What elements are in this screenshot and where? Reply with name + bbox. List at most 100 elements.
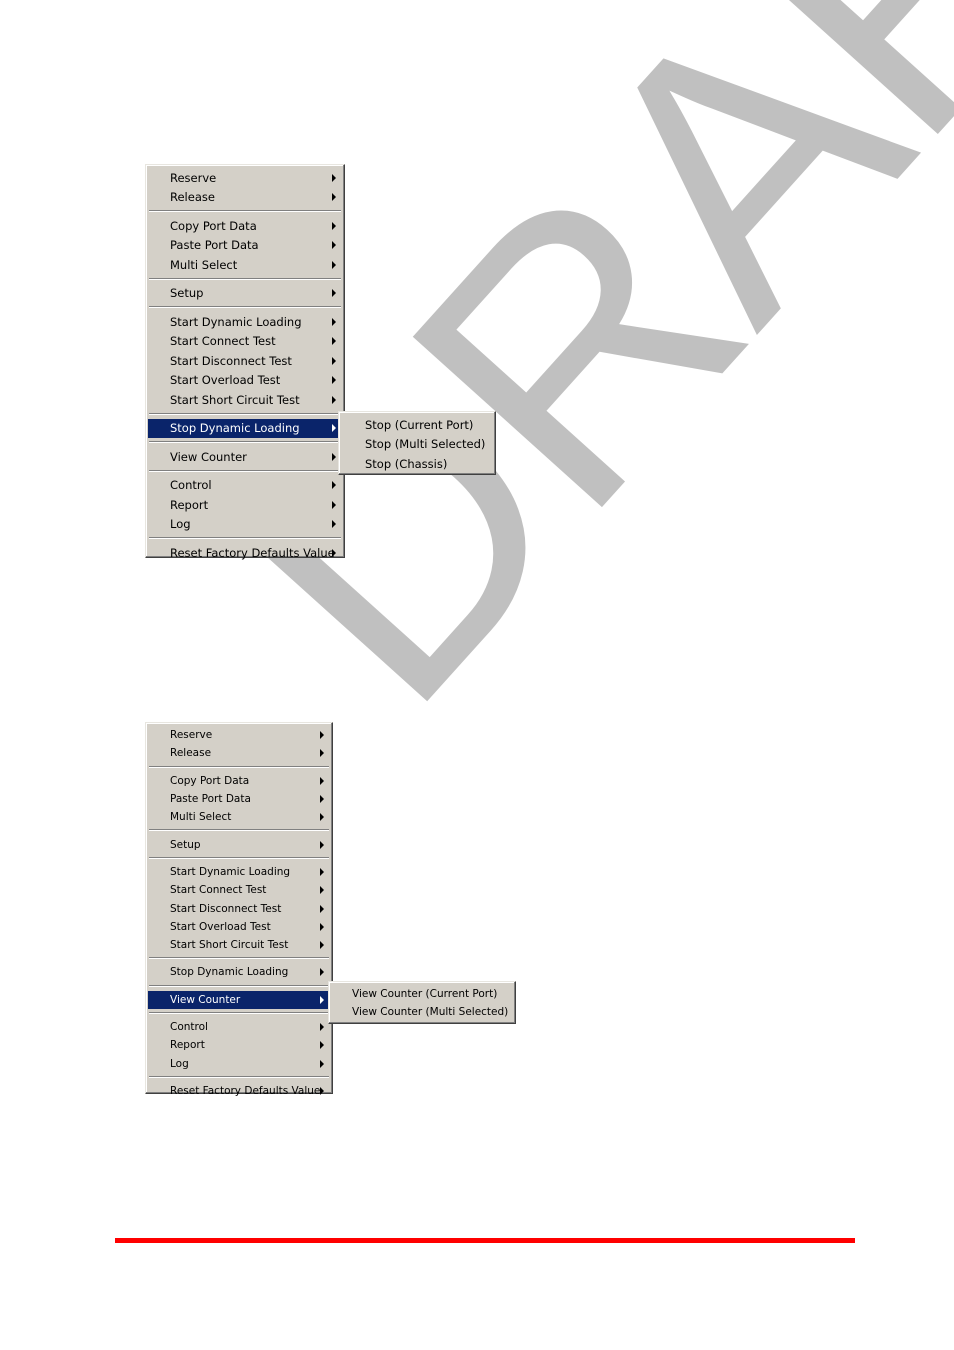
submenu-item-stop-chassis[interactable]: Stop (Chassis) [341, 454, 493, 474]
menu-item-label: Report [170, 497, 209, 512]
menu-item-label: Log [170, 1057, 189, 1070]
menu-item-report[interactable]: Report [148, 495, 342, 515]
menu-item-label: View Counter [170, 449, 247, 464]
submenu-arrow-icon [332, 481, 336, 490]
submenu-item-stop-current-port[interactable]: Stop (Current Port) [341, 415, 493, 435]
submenu-arrow-icon [320, 968, 324, 977]
menu-item-start-dynamic-loading[interactable]: Start Dynamic Loading [148, 863, 330, 881]
submenu-item-view-counter-current-port[interactable]: View Counter (Current Port) [331, 985, 513, 1003]
menu-item-reset-factory-defaults-value[interactable]: Reset Factory Defaults Value [148, 1082, 330, 1100]
menu-item-start-disconnect-test[interactable]: Start Disconnect Test [148, 351, 342, 371]
menu-item-view-counter[interactable]: View Counter [148, 990, 330, 1009]
submenu-arrow-icon [332, 548, 336, 557]
menu-item-label: Control [170, 1021, 208, 1033]
menu-item-label: Start Short Circuit Test [170, 392, 300, 407]
submenu-arrow-icon [320, 795, 324, 804]
menu-item-label: Start Short Circuit Test [170, 939, 289, 952]
menu-item-log[interactable]: Log [148, 1054, 330, 1072]
menu-item-stop-dynamic-loading[interactable]: Stop Dynamic Loading [148, 418, 342, 438]
menu-item-label: Copy Port Data [170, 218, 257, 233]
submenu-arrow-icon [332, 221, 336, 230]
menu-item-label: Start Connect Test [170, 884, 267, 897]
menu-item-label: Stop Dynamic Loading [170, 421, 300, 436]
menu-item-start-short-circuit-test[interactable]: Start Short Circuit Test [148, 390, 342, 410]
submenu-arrow-icon [332, 193, 336, 202]
submenu-item-view-counter-multi-selected[interactable]: View Counter (Multi Selected) [331, 1003, 513, 1021]
submenu-arrow-icon [332, 260, 336, 269]
menu-item-multi-select[interactable]: Multi Select [148, 255, 342, 275]
menu-item-release[interactable]: Release [148, 744, 330, 762]
submenu-item-label: Stop (Chassis) [365, 456, 448, 471]
menu-item-label: Control [170, 478, 212, 493]
menu-item-start-overload-test[interactable]: Start Overload Test [148, 371, 342, 391]
menu-item-report[interactable]: Report [148, 1036, 330, 1054]
menu-item-start-disconnect-test[interactable]: Start Disconnect Test [148, 899, 330, 917]
menu-separator [149, 856, 329, 859]
menu-item-start-connect-test[interactable]: Start Connect Test [148, 332, 342, 352]
menu-separator [149, 277, 341, 280]
menu-separator [149, 469, 341, 472]
menu-item-setup[interactable]: Setup [148, 835, 330, 853]
submenu-arrow-icon [320, 995, 324, 1004]
submenu-arrow-icon [320, 840, 324, 849]
menu-item-start-dynamic-loading[interactable]: Start Dynamic Loading [148, 312, 342, 332]
menu-item-label: Start Disconnect Test [170, 902, 282, 915]
menu-item-control[interactable]: Control [148, 476, 342, 496]
menu-separator [149, 412, 341, 415]
menu-item-reset-factory-defaults-value[interactable]: Reset Factory Defaults Value [148, 543, 342, 563]
submenu-arrow-icon [332, 424, 336, 433]
menu-item-release[interactable]: Release [148, 188, 342, 208]
menu-item-log[interactable]: Log [148, 515, 342, 535]
menu-item-label: Reserve [170, 170, 217, 185]
menu-item-label: Release [170, 747, 212, 760]
menu-item-start-short-circuit-test[interactable]: Start Short Circuit Test [148, 936, 330, 954]
menu-separator [149, 306, 341, 308]
submenu-arrow-icon [332, 452, 336, 461]
menu-item-label: Reset Factory Defaults Value [170, 1084, 321, 1097]
submenu-item-label: Stop (Multi Selected) [365, 437, 486, 452]
submenu-arrow-icon [332, 241, 336, 250]
menu-item-stop-dynamic-loading[interactable]: Stop Dynamic Loading [148, 963, 330, 981]
submenu-item-label: Stop (Current Port) [365, 417, 474, 432]
submenu-arrow-icon [320, 922, 324, 931]
menu-item-setup[interactable]: Setup [148, 284, 342, 304]
menu-item-label: Start Overload Test [170, 920, 271, 933]
submenu-item-label: View Counter (Multi Selected) [352, 1006, 509, 1019]
submenu-arrow-icon [320, 731, 324, 740]
submenu-arrow-icon [320, 904, 324, 913]
menu-item-start-connect-test[interactable]: Start Connect Test [148, 881, 330, 899]
menu-item-label: Start Dynamic Loading [170, 314, 302, 329]
menu-item-label: View Counter [170, 993, 241, 1006]
menu-item-start-overload-test[interactable]: Start Overload Test [148, 918, 330, 936]
menu-item-reserve[interactable]: Reserve [148, 168, 342, 188]
footer-rule [115, 1238, 855, 1243]
menu-item-label: Paste Port Data [170, 238, 259, 253]
submenu-arrow-icon [332, 317, 336, 326]
submenu-arrow-icon [320, 886, 324, 895]
menu-item-copy-port-data[interactable]: Copy Port Data [148, 216, 342, 236]
menu-item-view-counter[interactable]: View Counter [148, 447, 342, 467]
submenu-arrow-icon [332, 289, 336, 298]
submenu-arrow-icon [332, 337, 336, 346]
submenu-arrow-icon [320, 813, 324, 822]
menu-item-copy-port-data[interactable]: Copy Port Data [148, 772, 330, 790]
menu-item-paste-port-data[interactable]: Paste Port Data [148, 790, 330, 808]
view-counter-submenu: View Counter (Current Port) View Counter … [328, 981, 516, 1024]
menu-item-label: Reset Factory Defaults Value [170, 545, 335, 560]
submenu-item-stop-multi-selected[interactable]: Stop (Multi Selected) [341, 435, 493, 455]
menu-item-multi-select[interactable]: Multi Select [148, 808, 330, 826]
submenu-arrow-icon [332, 376, 336, 385]
submenu-item-label: View Counter (Current Port) [352, 988, 498, 1001]
menu-separator [149, 984, 329, 987]
menu-separator [149, 829, 329, 832]
stop-dynamic-loading-submenu: Stop (Current Port) Stop (Multi Selected)… [338, 411, 496, 475]
menu-item-control[interactable]: Control [148, 1018, 330, 1036]
menu-item-label: Setup [170, 838, 201, 851]
submenu-arrow-icon [320, 776, 324, 785]
menu-item-paste-port-data[interactable]: Paste Port Data [148, 236, 342, 256]
menu-item-label: Copy Port Data [170, 774, 250, 787]
submenu-arrow-icon [332, 356, 336, 365]
menu-separator [149, 1075, 329, 1078]
menu-separator [149, 765, 329, 768]
menu-item-reserve[interactable]: Reserve [148, 726, 330, 744]
